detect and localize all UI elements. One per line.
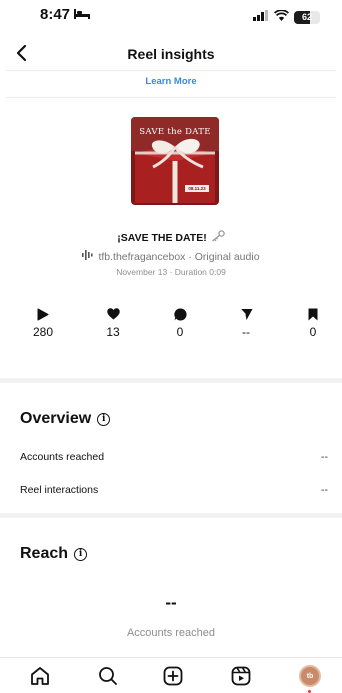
bookmark-icon	[288, 305, 338, 323]
reel-thumbnail[interactable]: SAVE the DATE 08.11.23	[131, 117, 219, 205]
stat-value: --	[242, 325, 250, 339]
thumbnail-tag: 08.11.23	[188, 186, 206, 191]
play-icon	[18, 305, 68, 323]
reach-title: Reach i	[20, 545, 88, 563]
reels-icon	[231, 666, 251, 686]
stat-plays: 280	[18, 305, 68, 339]
header-divider	[6, 70, 336, 71]
create-icon	[163, 666, 183, 686]
stat-value: 280	[32, 325, 54, 339]
thumbnail-caption: SAVE the DATE	[139, 127, 211, 137]
signal-icon	[253, 8, 269, 26]
reels-tab[interactable]	[229, 664, 253, 688]
create-tab[interactable]	[161, 664, 185, 688]
stat-comments: 0	[155, 305, 205, 339]
home-icon	[31, 667, 49, 685]
reach-value: --	[165, 593, 177, 612]
reel-title-text: ¡SAVE THE DATE!	[117, 231, 207, 244]
search-tab[interactable]	[96, 664, 120, 688]
reach-label: Accounts reached	[126, 627, 216, 639]
bottom-tab-bar: tb	[0, 657, 342, 693]
battery-indicator: 62	[294, 10, 320, 24]
stat-value: 0	[176, 325, 184, 339]
status-indicators: 62	[253, 8, 320, 26]
stats-row: 280 13 0 -- 0	[0, 305, 342, 345]
bed-icon	[74, 6, 91, 23]
stat-value: 0	[309, 325, 317, 339]
reach-title-text: Reach	[20, 545, 69, 562]
learn-more-divider	[6, 97, 336, 98]
section-separator	[0, 513, 342, 518]
search-icon	[99, 667, 117, 685]
wifi-icon	[273, 8, 290, 26]
key-icon	[211, 230, 225, 245]
info-icon[interactable]: i	[97, 412, 111, 426]
row-value: --	[321, 451, 328, 463]
audio-line[interactable]: tfb.thefragancebox · Original audio	[0, 250, 342, 263]
page-title: Reel insights	[127, 46, 215, 62]
overview-title-text: Overview	[20, 410, 92, 427]
overview-row-accounts-reached[interactable]: Accounts reached --	[20, 451, 328, 463]
overview-row-reel-interactions[interactable]: Reel interactions --	[20, 484, 328, 496]
battery-text: 62	[301, 12, 312, 22]
profile-avatar: tb	[299, 665, 321, 687]
heart-icon	[88, 305, 138, 323]
stat-value: 13	[106, 325, 120, 339]
reel-title: ¡SAVE THE DATE!	[0, 230, 342, 245]
reel-meta: November 13 · Duration 0:09	[116, 267, 226, 277]
row-label: Reel interactions	[20, 484, 99, 496]
time-text: 8:47	[40, 6, 71, 23]
row-label: Accounts reached	[20, 451, 105, 463]
share-icon	[221, 305, 271, 323]
learn-more-link[interactable]: Learn More	[0, 76, 342, 87]
overview-title: Overview i	[20, 410, 111, 428]
comment-icon	[155, 305, 205, 323]
status-time: 8:47	[40, 6, 91, 23]
audio-waveform-icon	[82, 250, 94, 263]
info-icon[interactable]: i	[74, 547, 88, 561]
nav-header: Reel insights	[0, 36, 342, 72]
status-bar: 8:47 62	[0, 0, 342, 30]
section-separator	[0, 378, 342, 383]
stat-shares: --	[221, 305, 271, 339]
stat-saves: 0	[288, 305, 338, 339]
row-value: --	[321, 484, 328, 496]
audio-text: tfb.thefragancebox · Original audio	[98, 250, 260, 263]
profile-tab[interactable]: tb	[298, 664, 322, 693]
stat-likes: 13	[88, 305, 138, 339]
home-tab[interactable]	[28, 664, 52, 688]
